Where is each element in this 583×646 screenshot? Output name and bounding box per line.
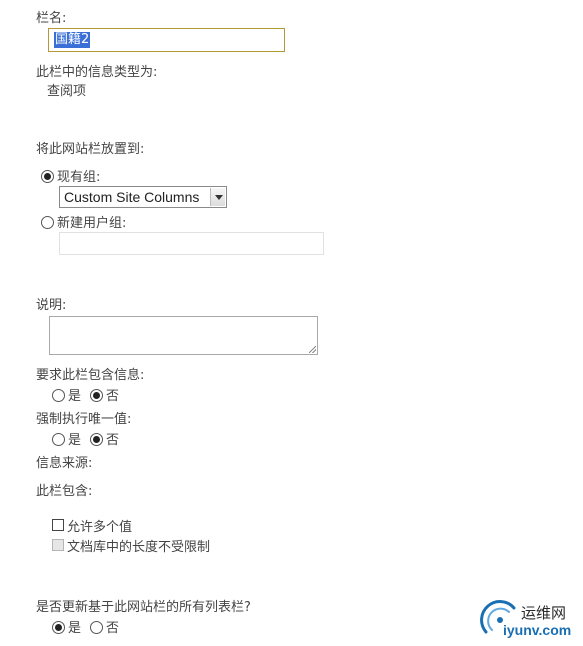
unlimited-length-checkbox[interactable] <box>52 539 64 551</box>
dropdown-arrow-button[interactable] <box>210 188 225 206</box>
enforce-unique-yes-label: 是 <box>68 433 82 448</box>
existing-group-selected-value: Custom Site Columns <box>64 189 200 205</box>
update-lists-no-radio[interactable] <box>90 621 103 634</box>
info-source-label: 信息来源: <box>36 456 93 471</box>
enforce-unique-yes-radio[interactable] <box>52 433 65 446</box>
enforce-unique-no-radio[interactable] <box>90 433 103 446</box>
enforce-unique-label: 强制执行唯一值: <box>36 412 132 427</box>
require-info-yes-label: 是 <box>68 389 82 404</box>
resize-grip-icon[interactable] <box>309 346 316 353</box>
require-info-no-radio[interactable] <box>90 389 103 402</box>
allow-multiple-checkbox[interactable] <box>52 519 64 531</box>
new-group-input[interactable] <box>59 232 324 255</box>
update-lists-yes-radio[interactable] <box>52 621 65 634</box>
unlimited-length-label: 文档库中的长度不受限制 <box>67 540 211 555</box>
update-lists-label: 是否更新基于此网站栏的所有列表栏? <box>36 600 251 615</box>
update-lists-no-label: 否 <box>106 621 120 636</box>
new-group-label: 新建用户组: <box>57 216 127 231</box>
existing-group-select[interactable]: Custom Site Columns <box>59 186 227 208</box>
watermark-url: iyunv.com <box>503 622 572 638</box>
column-contains-label: 此栏包含: <box>36 484 93 499</box>
require-info-yes-radio[interactable] <box>52 389 65 402</box>
info-type-label: 此栏中的信息类型为: <box>36 65 158 80</box>
description-label: 说明: <box>36 298 67 313</box>
column-name-input[interactable]: 国籍2 <box>48 28 285 52</box>
watermark-title: 运维网 <box>521 604 567 622</box>
radio-selected-dot <box>44 173 51 180</box>
chevron-down-icon <box>215 195 223 200</box>
radio-selected-dot <box>55 624 62 631</box>
existing-group-label: 现有组: <box>57 170 101 185</box>
placement-label: 将此网站栏放置到: <box>36 142 145 157</box>
description-textarea[interactable] <box>49 316 318 355</box>
new-group-radio[interactable] <box>41 216 54 229</box>
radio-selected-dot <box>93 436 100 443</box>
column-name-value: 国籍2 <box>54 32 91 48</box>
require-info-label: 要求此栏包含信息: <box>36 368 145 383</box>
info-type-value: 查阅项 <box>47 84 87 99</box>
existing-group-radio[interactable] <box>41 170 54 183</box>
update-lists-yes-label: 是 <box>68 621 82 636</box>
enforce-unique-no-label: 否 <box>106 433 120 448</box>
require-info-no-label: 否 <box>106 389 120 404</box>
allow-multiple-label: 允许多个值 <box>67 520 133 535</box>
radio-selected-dot <box>93 392 100 399</box>
column-name-label: 栏名: <box>36 11 67 26</box>
